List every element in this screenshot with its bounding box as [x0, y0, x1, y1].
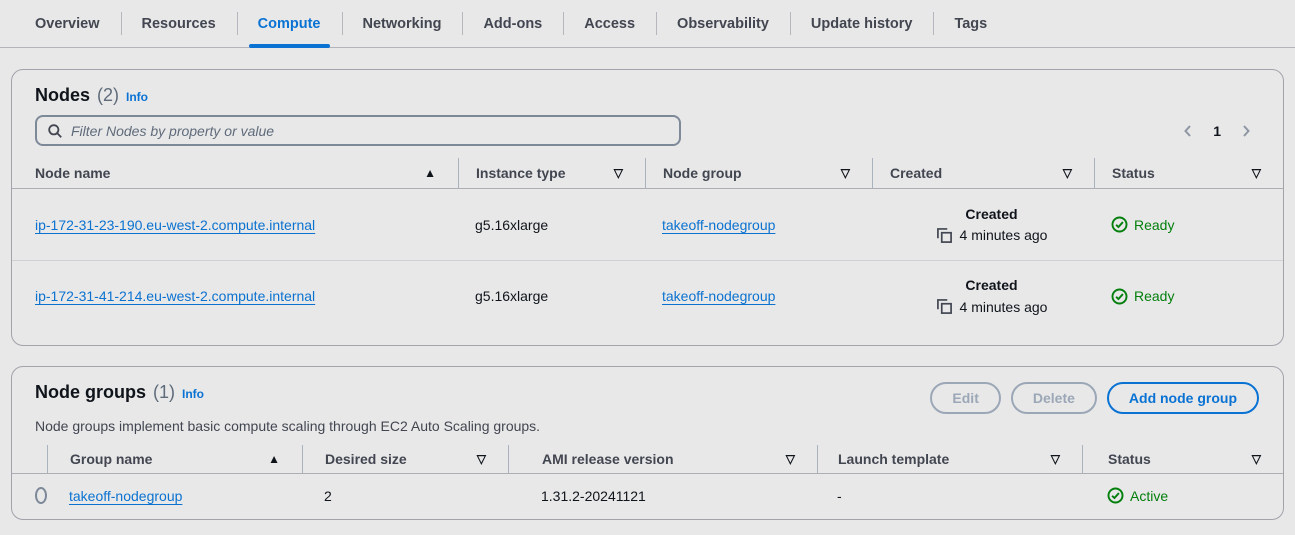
- nodes-filter-box: [35, 115, 681, 146]
- created-label: Created: [965, 205, 1018, 222]
- node-name-link[interactable]: ip-172-31-41-214.eu-west-2.compute.inter…: [35, 288, 315, 304]
- column-header-instance-type[interactable]: Instance type ▽: [458, 158, 645, 188]
- launch-template-value: -: [837, 487, 842, 504]
- nodes-title: Nodes: [35, 85, 91, 105]
- add-node-group-button[interactable]: Add node group: [1106, 382, 1259, 414]
- tab-overview[interactable]: Overview: [14, 0, 121, 47]
- sort-icon[interactable]: ▽: [1051, 452, 1060, 466]
- sort-ascending-icon[interactable]: ▲: [424, 166, 436, 180]
- tab-compute[interactable]: Compute: [236, 0, 342, 48]
- node-groups-panel: Node groups (1) Info Edit Delete Add nod…: [11, 366, 1284, 520]
- node-groups-description: Node groups implement basic compute scal…: [35, 418, 541, 434]
- node-group-link[interactable]: takeoff-nodegroup: [662, 217, 775, 233]
- delete-button[interactable]: Delete: [1010, 382, 1097, 414]
- sort-icon[interactable]: ▽: [841, 166, 850, 180]
- created-label: Created: [965, 277, 1018, 293]
- chevron-left-icon: [1180, 123, 1196, 139]
- nodes-table-header: Node name ▲ Instance type ▽ Node group ▽…: [12, 158, 1283, 189]
- sort-icon[interactable]: ▽: [786, 452, 795, 466]
- node-groups-title: Node groups: [35, 382, 146, 402]
- column-header-node-name[interactable]: Node name ▲: [12, 158, 458, 188]
- column-header-launch-template[interactable]: Launch template ▽: [817, 445, 1082, 473]
- nodes-info-link[interactable]: Info: [126, 90, 148, 104]
- next-page-button[interactable]: [1233, 118, 1259, 144]
- column-label: Desired size: [325, 451, 407, 467]
- column-label: Status: [1112, 165, 1155, 181]
- nodes-count: (2): [97, 85, 120, 105]
- current-page-number[interactable]: 1: [1205, 123, 1229, 139]
- instance-type-value: g5.16xlarge: [475, 216, 549, 233]
- sort-icon[interactable]: ▽: [614, 166, 623, 180]
- column-label: Group name: [70, 451, 153, 467]
- sort-icon[interactable]: ▽: [1252, 452, 1261, 466]
- created-time-value: 4 minutes ago: [959, 298, 1048, 315]
- sort-icon[interactable]: ▽: [477, 452, 486, 466]
- tab-resources[interactable]: Resources: [120, 0, 237, 47]
- column-header-created[interactable]: Created ▽: [872, 158, 1094, 188]
- desired-size-value: 2: [324, 487, 332, 504]
- column-label: Launch template: [838, 451, 950, 467]
- tab-observability[interactable]: Observability: [656, 0, 790, 47]
- group-name-link[interactable]: takeoff-nodegroup: [69, 488, 182, 504]
- status-badge: Ready: [1134, 216, 1175, 233]
- column-header-node-group[interactable]: Node group ▽: [645, 158, 872, 188]
- created-time-value: 4 minutes ago: [959, 227, 1048, 243]
- cluster-tab-bar: Overview Resources Compute Networking Ad…: [0, 0, 1295, 48]
- column-header-group-name[interactable]: Group name ▲: [47, 445, 302, 473]
- status-badge: Ready: [1134, 288, 1175, 304]
- ami-release-version-value: 1.31.2-20241121: [541, 487, 646, 504]
- status-active-icon: [1107, 487, 1124, 504]
- tab-tags[interactable]: Tags: [933, 0, 1008, 47]
- column-header-ami-release-version[interactable]: AMI release version ▽: [508, 445, 817, 473]
- copy-icon[interactable]: [936, 227, 953, 244]
- search-icon: [47, 123, 63, 139]
- column-label: Node name: [35, 165, 111, 181]
- table-row: ip-172-31-41-214.eu-west-2.compute.inter…: [12, 260, 1283, 331]
- nodes-pagination: 1: [1175, 118, 1259, 144]
- table-row: ip-172-31-23-190.eu-west-2.compute.inter…: [12, 189, 1283, 260]
- selection-column-header: [12, 445, 47, 473]
- column-header-status[interactable]: Status ▽: [1094, 158, 1283, 188]
- tab-add-ons[interactable]: Add-ons: [462, 0, 563, 47]
- column-label: Status: [1108, 451, 1151, 467]
- sort-ascending-icon[interactable]: ▲: [268, 452, 280, 466]
- table-row: takeoff-nodegroup 2 1.31.2-20241121 - Ac…: [12, 474, 1283, 517]
- node-name-link[interactable]: ip-172-31-23-190.eu-west-2.compute.inter…: [35, 217, 315, 233]
- node-groups-table-header: Group name ▲ Desired size ▽ AMI release …: [12, 445, 1283, 474]
- sort-icon[interactable]: ▽: [1252, 166, 1261, 180]
- edit-button[interactable]: Edit: [930, 382, 1001, 414]
- copy-icon[interactable]: [936, 298, 953, 315]
- status-ready-icon: [1111, 288, 1128, 305]
- column-header-desired-size[interactable]: Desired size ▽: [302, 445, 508, 473]
- tab-networking[interactable]: Networking: [341, 0, 463, 47]
- status-ready-icon: [1111, 216, 1128, 233]
- tab-access[interactable]: Access: [563, 0, 656, 47]
- column-label: Node group: [663, 165, 742, 181]
- row-select-radio[interactable]: [35, 487, 47, 504]
- column-label: AMI release version: [542, 451, 674, 467]
- status-badge: Active: [1130, 487, 1169, 504]
- tab-update-history[interactable]: Update history: [789, 0, 934, 47]
- node-group-link[interactable]: takeoff-nodegroup: [662, 288, 775, 304]
- column-label: Created: [890, 165, 943, 181]
- column-header-status[interactable]: Status ▽: [1082, 445, 1283, 473]
- nodes-filter-input[interactable]: [71, 122, 669, 139]
- chevron-right-icon: [1238, 123, 1254, 139]
- nodes-panel: Nodes (2) Info 1: [11, 69, 1284, 346]
- instance-type-value: g5.16xlarge: [475, 288, 549, 304]
- sort-icon[interactable]: ▽: [1063, 166, 1072, 180]
- column-label: Instance type: [476, 165, 566, 181]
- previous-page-button[interactable]: [1175, 118, 1201, 144]
- node-groups-count: (1): [153, 382, 175, 402]
- node-groups-info-link[interactable]: Info: [182, 387, 204, 401]
